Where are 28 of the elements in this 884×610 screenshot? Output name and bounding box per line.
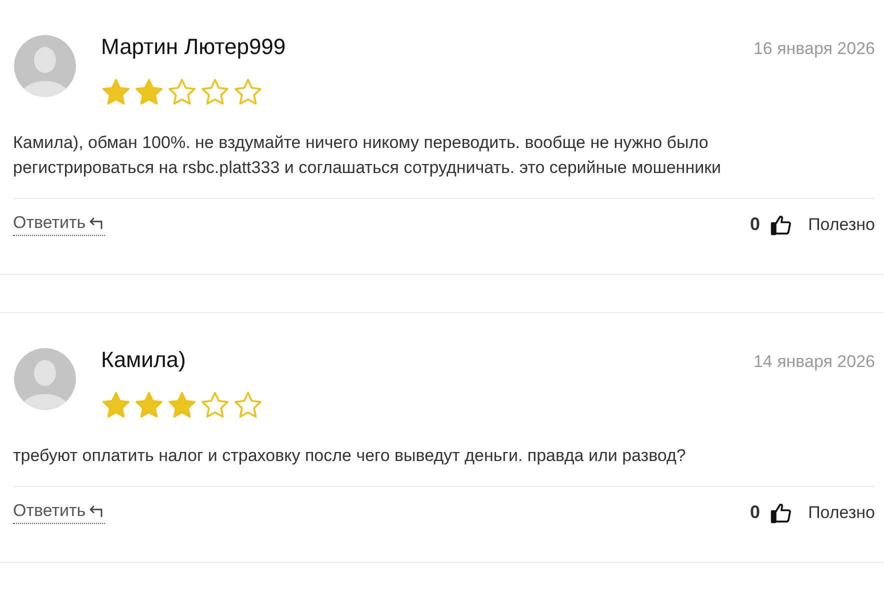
empty-star-icon [200, 391, 230, 419]
reply-link[interactable]: Ответить [13, 213, 105, 236]
filled-star-icon [167, 391, 197, 419]
empty-star-icon [233, 391, 263, 419]
like-count: 0 [750, 502, 760, 523]
like-count: 0 [750, 214, 760, 235]
filled-star-icon [134, 391, 164, 419]
review-date: 14 января 2026 [753, 352, 875, 372]
author-name: Камила) [101, 347, 186, 373]
empty-star-icon [200, 78, 230, 106]
thumbs-up-icon[interactable] [770, 214, 792, 236]
avatar-icon [13, 34, 77, 98]
review-date: 16 января 2026 [753, 39, 875, 59]
reply-link[interactable]: Ответить [13, 501, 105, 524]
empty-star-icon [167, 78, 197, 106]
empty-star-icon [233, 78, 263, 106]
avatar-icon [13, 347, 77, 411]
filled-star-icon [101, 78, 131, 106]
author-name: Мартин Лютер999 [101, 34, 286, 60]
filled-star-icon [134, 78, 164, 106]
reply-arrow-icon [88, 504, 105, 518]
review-text: требуют оплатить налог и страховку после чего выведут деньги. правда или развод? [13, 445, 687, 467]
thumbs-up-icon[interactable] [770, 502, 792, 524]
reply-arrow-icon [88, 216, 105, 230]
useful-button[interactable]: Полезно [808, 502, 875, 522]
useful-button[interactable]: Полезно [808, 214, 875, 234]
filled-star-icon [101, 391, 131, 419]
review-text: Камила), обман 100%. не вздумайте ничего никому переводить. вообще не нужно было регистрироваться на rsbc.platt333 и соглашаться сотрудничать. это серийные мошенники [13, 132, 722, 179]
